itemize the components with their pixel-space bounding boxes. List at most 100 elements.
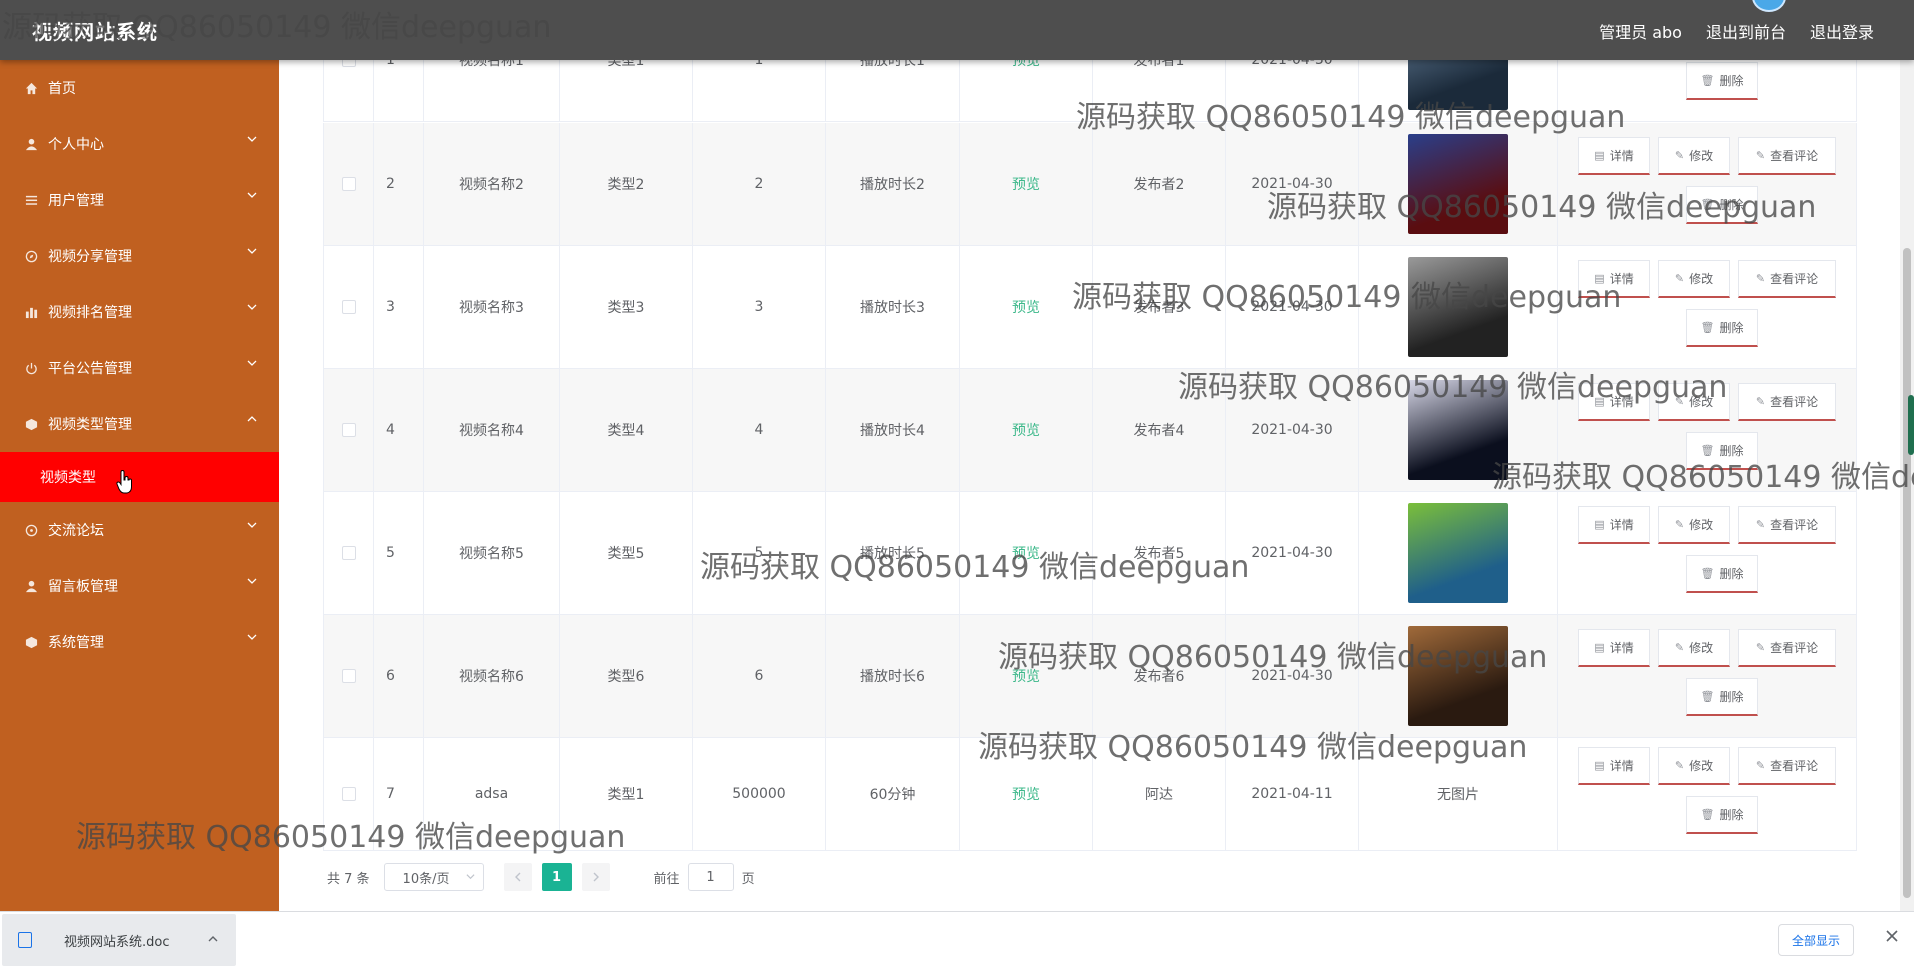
preview-link[interactable]: 预览 [1012, 666, 1040, 686]
table-cell-preview: 预览 [960, 123, 1093, 245]
pencil-icon: ✎ [1674, 148, 1685, 162]
table-cell-publisher: 阿达 [1093, 738, 1226, 850]
show-all-button[interactable]: 全部显示 [1778, 924, 1854, 956]
sidebar-item-label: 交流论坛 [48, 523, 104, 539]
delete-button[interactable]: 🗑 删除 [1686, 677, 1758, 716]
close-icon[interactable] [1884, 928, 1900, 944]
sidebar-item-label: 视频类型管理 [48, 417, 132, 433]
goto-page-input[interactable]: 1 [687, 863, 734, 891]
sidebar-item-announcements[interactable]: 平台公告管理 [0, 340, 279, 396]
cell-text-count: 4 [754, 422, 764, 438]
sidebar-item-user-management[interactable]: 用户管理 [0, 172, 279, 228]
detail-button[interactable]: ▤ 详情 [1578, 259, 1650, 298]
sidebar-item-personal-center[interactable]: 个人中心 [0, 116, 279, 172]
logout-link[interactable]: 退出登录 [1810, 19, 1874, 43]
table-cell-count: 4 [693, 369, 826, 491]
sidebar-item-video-ranking[interactable]: 视频排名管理 [0, 284, 279, 340]
page-size-select[interactable]: 10条/页 [383, 863, 484, 891]
row-checkbox[interactable] [341, 546, 356, 560]
edit-button[interactable]: ✎ 修改 [1658, 628, 1730, 667]
side-widget-tab[interactable] [1908, 395, 1914, 455]
detail-button[interactable]: ▤ 详情 [1578, 136, 1650, 175]
sidebar-item-message-board[interactable]: 留言板管理 [0, 558, 279, 614]
table-cell-name: adsa [424, 738, 560, 850]
delete-button[interactable]: 🗑 删除 [1686, 185, 1758, 224]
avatar[interactable] [1752, 0, 1786, 12]
table-cell-publisher: 发布者3 [1093, 246, 1226, 368]
next-page-button[interactable] [581, 863, 610, 891]
edit-button[interactable]: ✎ 修改 [1658, 505, 1730, 544]
preview-link[interactable]: 预览 [1012, 543, 1040, 563]
view-comments-button[interactable]: ✎ 查看评论 [1738, 136, 1836, 175]
download-item[interactable]: 视频网站系统.doc [2, 914, 236, 966]
edit-button[interactable]: ✎ 修改 [1658, 259, 1730, 298]
cell-text-name: 视频名称6 [459, 669, 524, 685]
table-cell-date: 2021-04-30 [1226, 492, 1359, 614]
page-size-value: 10条/页 [402, 871, 450, 887]
delete-button-label: 删除 [1719, 197, 1744, 212]
table-cell-publisher: 发布者6 [1093, 615, 1226, 737]
preview-link[interactable]: 预览 [1012, 420, 1040, 440]
preview-link[interactable]: 预览 [1012, 297, 1040, 317]
table-cell-image [1359, 492, 1558, 614]
cell-text-publisher: 发布者5 [1133, 546, 1185, 562]
table-cell-publisher: 发布者2 [1093, 123, 1226, 245]
video-poster-image [1408, 626, 1508, 726]
cell-text-duration: 播放时长5 [860, 546, 925, 562]
view-comments-button[interactable]: ✎ 查看评论 [1738, 746, 1836, 785]
detail-button[interactable]: ▤ 详情 [1578, 505, 1650, 544]
view-comments-button[interactable]: ✎ 查看评论 [1738, 628, 1836, 667]
row-checkbox[interactable] [341, 300, 356, 314]
delete-button[interactable]: 🗑 删除 [1686, 431, 1758, 470]
view-comments-button[interactable]: ✎ 查看评论 [1738, 259, 1836, 298]
submenu-item-video-type[interactable]: 视频类型 [0, 452, 279, 502]
cell-text-duration: 播放时长2 [860, 177, 925, 193]
row-checkbox[interactable] [341, 787, 356, 801]
cell-text-publisher: 阿达 [1145, 787, 1173, 803]
detail-button[interactable]: ▤ 详情 [1578, 628, 1650, 667]
detail-button-label: 详情 [1609, 394, 1634, 409]
page-scrollbar[interactable] [1900, 60, 1914, 911]
page-number-current[interactable]: 1 [541, 863, 572, 891]
trash-icon: 🗑 [1700, 197, 1715, 211]
row-checkbox[interactable] [341, 177, 356, 191]
delete-button[interactable]: 🗑 删除 [1686, 795, 1758, 834]
table-cell-count: 2 [693, 123, 826, 245]
sidebar-item-forum[interactable]: 交流论坛 [0, 502, 279, 558]
row-checkbox[interactable] [341, 669, 356, 683]
delete-button[interactable]: 🗑 删除 [1686, 554, 1758, 593]
table-cell-duration: 播放时长6 [826, 615, 960, 737]
cell-text-type: 类型2 [607, 177, 645, 193]
edit-button[interactable]: ✎ 修改 [1658, 136, 1730, 175]
back-to-front-link[interactable]: 退出到前台 [1706, 19, 1786, 43]
cell-text-publisher: 发布者4 [1133, 423, 1185, 439]
delete-button[interactable]: 🗑 删除 [1686, 308, 1758, 347]
view-comments-button[interactable]: ✎ 查看评论 [1738, 382, 1836, 421]
chevron-up-icon[interactable] [208, 934, 218, 944]
preview-link[interactable]: 预览 [1012, 174, 1040, 194]
sidebar-item-home[interactable]: 首页 [0, 60, 279, 116]
chevron-up-icon [247, 416, 257, 422]
edit-button-label: 修改 [1689, 517, 1714, 532]
edit-button[interactable]: ✎ 修改 [1658, 746, 1730, 785]
scrollbar-thumb[interactable] [1903, 248, 1911, 898]
preview-link[interactable]: 预览 [1012, 784, 1040, 804]
chevron-down-icon [247, 136, 257, 142]
edit-button[interactable]: ✎ 修改 [1658, 382, 1730, 421]
sidebar-item-video-share[interactable]: 视频分享管理 [0, 228, 279, 284]
document-icon: ▤ [1594, 758, 1605, 772]
table-cell-name: 视频名称2 [424, 123, 560, 245]
sidebar-item-system-management[interactable]: 系统管理 [0, 614, 279, 670]
pencil-icon: ✎ [1674, 640, 1685, 654]
delete-button[interactable]: 🗑 删除 [1686, 61, 1758, 100]
table-row: 7 adsa 类型1 500000 60分钟 预览 阿达 2021-04-11 无图片 ▤ 详情 ✎ 修… [323, 738, 1857, 851]
sidebar-item-video-type-management[interactable]: 视频类型管理 [0, 396, 279, 452]
detail-button[interactable]: ▤ 详情 [1578, 746, 1650, 785]
row-checkbox[interactable] [341, 423, 356, 437]
prev-page-button[interactable] [503, 863, 532, 891]
view-comments-button[interactable]: ✎ 查看评论 [1738, 505, 1836, 544]
detail-button[interactable]: ▤ 详情 [1578, 382, 1650, 421]
table-cell-duration: 播放时长3 [826, 246, 960, 368]
cell-text-date: 2021-04-11 [1251, 786, 1333, 802]
table-cell-date: 2021-04-30 [1226, 615, 1359, 737]
